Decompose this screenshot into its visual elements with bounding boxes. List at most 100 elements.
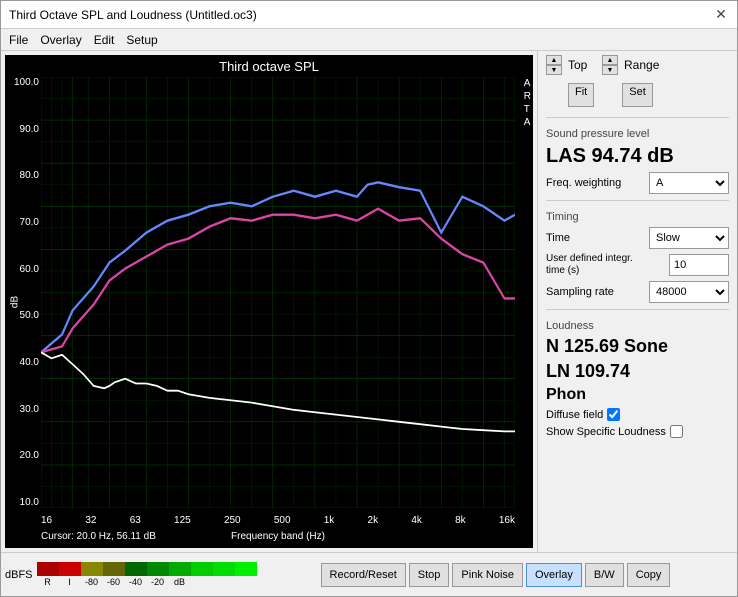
meter-label-i: I	[59, 577, 81, 587]
meter-seg-green-4	[191, 562, 213, 576]
copy-button[interactable]: Copy	[627, 563, 671, 587]
x-label-125: 125	[174, 515, 191, 526]
bottom-bar: dBFS R I -80 -60 -40	[1, 552, 737, 596]
spl-value: LAS 94.74 dB	[546, 144, 729, 168]
y-label-40: 40.0	[7, 357, 39, 368]
meter-seg-green-2	[147, 562, 169, 576]
meter-seg-yellow-1	[81, 562, 103, 576]
title-bar: Third Octave SPL and Loudness (Untitled.…	[1, 1, 737, 29]
x-label-250: 250	[224, 515, 241, 526]
menu-bar: File Overlay Edit Setup	[1, 29, 737, 51]
n-value: N 125.69 Sone	[546, 336, 729, 357]
meter-label-db: dB	[169, 577, 191, 587]
meter-seg-green-1	[125, 562, 147, 576]
range-up-button[interactable]: ▲	[602, 55, 618, 65]
show-specific-checkbox[interactable]	[670, 425, 683, 438]
main-window: Third Octave SPL and Loudness (Untitled.…	[0, 0, 738, 597]
meter-seg-green-5	[213, 562, 235, 576]
freq-weighting-row: Freq. weighting A C Z	[546, 172, 729, 194]
x-label-1k: 1k	[324, 515, 335, 526]
menu-file[interactable]: File	[9, 33, 28, 47]
meter-label-20: -20	[147, 577, 169, 587]
top-spinner[interactable]: ▲ ▼	[546, 55, 562, 75]
cursor-info: Cursor: 20.0 Hz, 56.11 dB	[41, 531, 156, 542]
x-label-2k: 2k	[368, 515, 379, 526]
freq-weighting-select[interactable]: A C Z	[649, 172, 729, 194]
y-axis-db-label: dB	[10, 295, 21, 307]
freq-weighting-label: Freq. weighting	[546, 177, 621, 189]
top-label: Top	[568, 58, 596, 72]
close-button[interactable]: ✕	[713, 7, 729, 23]
x-axis-labels: 16 32 63 125 250 500 1k 2k 4k 8k 16k	[41, 515, 515, 526]
user-defined-label: User defined integr. time (s)	[546, 253, 646, 277]
show-specific-row: Show Specific Loudness	[546, 425, 729, 438]
meter-label-r: R	[37, 577, 59, 587]
meter-top-row	[37, 562, 317, 576]
menu-edit[interactable]: Edit	[94, 33, 115, 47]
overlay-button[interactable]: Overlay	[526, 563, 582, 587]
record-reset-button[interactable]: Record/Reset	[321, 563, 406, 587]
user-defined-input[interactable]	[669, 254, 729, 276]
menu-overlay[interactable]: Overlay	[40, 33, 81, 47]
range-down-button[interactable]: ▼	[602, 65, 618, 75]
arta-watermark: ARTA	[524, 77, 531, 129]
loudness-section-label: Loudness	[546, 320, 729, 332]
top-range-controls: ▲ ▼ Top ▲ ▼ Range	[546, 55, 729, 75]
x-label-16: 16	[41, 515, 52, 526]
y-label-70: 70.0	[7, 217, 39, 228]
diffuse-field-checkbox[interactable]	[607, 408, 620, 421]
level-meter: R I -80 -60 -40 -20 dB	[37, 562, 317, 587]
top-up-button[interactable]: ▲	[546, 55, 562, 65]
y-label-90: 90.0	[7, 124, 39, 135]
meter-seg-green-6	[235, 562, 257, 576]
main-content: Third octave SPL 100.0 90.0 80.0 70.0 60…	[1, 51, 737, 552]
x-label-32: 32	[85, 515, 96, 526]
x-label-8k: 8k	[455, 515, 466, 526]
x-label-16k: 16k	[499, 515, 515, 526]
y-label-10: 10.0	[7, 497, 39, 508]
range-label: Range	[624, 58, 659, 72]
set-button[interactable]: Set	[622, 83, 653, 107]
range-spinner[interactable]: ▲ ▼	[602, 55, 618, 75]
x-label-63: 63	[130, 515, 141, 526]
time-row: Time Slow Fast	[546, 227, 729, 249]
x-label-4k: 4k	[411, 515, 422, 526]
right-panel: ▲ ▼ Top ▲ ▼ Range Fit Set Sound pressure…	[537, 51, 737, 552]
menu-setup[interactable]: Setup	[126, 33, 157, 47]
window-title: Third Octave SPL and Loudness (Untitled.…	[9, 8, 257, 22]
y-label-80: 80.0	[7, 170, 39, 181]
pink-noise-button[interactable]: Pink Noise	[452, 563, 523, 587]
stop-button[interactable]: Stop	[409, 563, 450, 587]
bottom-buttons: Record/Reset Stop Pink Noise Overlay B/W…	[321, 563, 671, 587]
diffuse-field-row: Diffuse field	[546, 408, 729, 421]
phon-label: Phon	[546, 386, 729, 404]
ln-value: LN 109.74	[546, 361, 729, 382]
timing-section-label: Timing	[546, 211, 729, 223]
top-down-button[interactable]: ▼	[546, 65, 562, 75]
diffuse-field-label: Diffuse field	[546, 409, 603, 421]
meter-label-80: -80	[81, 577, 103, 587]
meter-seg-green-3	[169, 562, 191, 576]
bw-button[interactable]: B/W	[585, 563, 624, 587]
sampling-rate-select[interactable]: 48000 44100	[649, 281, 729, 303]
y-label-60: 60.0	[7, 264, 39, 275]
fit-button[interactable]: Fit	[568, 83, 594, 107]
meter-label-40: -40	[125, 577, 147, 587]
meter-labels-row: R I -80 -60 -40 -20 dB	[37, 577, 317, 587]
time-label: Time	[546, 232, 570, 244]
chart-canvas	[41, 77, 515, 508]
meter-seg-red-1	[37, 562, 59, 576]
y-label-100: 100.0	[7, 77, 39, 88]
y-label-50: 50.0	[7, 310, 39, 321]
meter-seg-red-2	[59, 562, 81, 576]
fit-set-controls: Fit Set	[546, 83, 729, 107]
y-label-30: 30.0	[7, 404, 39, 415]
y-label-20: 20.0	[7, 450, 39, 461]
dbfs-label: dBFS	[5, 569, 33, 581]
show-specific-label: Show Specific Loudness	[546, 426, 666, 438]
meter-label-60: -60	[103, 577, 125, 587]
time-select[interactable]: Slow Fast	[649, 227, 729, 249]
y-axis-labels: 100.0 90.0 80.0 70.0 60.0 50.0 40.0 30.0…	[7, 77, 39, 508]
x-label-500: 500	[274, 515, 291, 526]
sampling-rate-row: Sampling rate 48000 44100	[546, 281, 729, 303]
